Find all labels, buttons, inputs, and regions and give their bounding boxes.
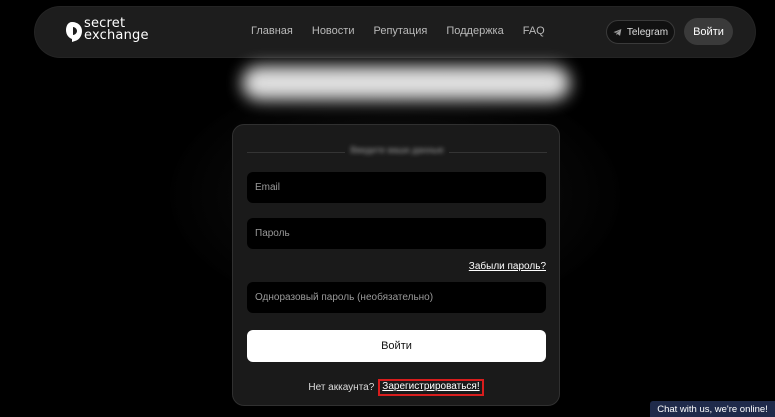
- telegram-button[interactable]: Telegram: [606, 20, 675, 44]
- chat-widget[interactable]: Chat with us, we're online!: [650, 401, 775, 417]
- nav-login-button[interactable]: Войти: [684, 18, 733, 45]
- email-input[interactable]: [247, 172, 546, 203]
- login-card: Введите ваши данные Забыли пароль? Войти…: [232, 124, 560, 406]
- logo-text: secret exchange: [84, 17, 149, 43]
- otp-input[interactable]: [247, 282, 546, 313]
- heading-divider-left: [247, 152, 345, 153]
- login-submit-button[interactable]: Войти: [247, 330, 546, 362]
- heading-divider-right: [449, 152, 547, 153]
- nav-item-reputation[interactable]: Репутация: [373, 25, 427, 37]
- login-heading: Введите ваши данные: [350, 145, 444, 155]
- telegram-icon: [613, 28, 622, 36]
- register-row: Нет аккаунта? Зарегистрироваться!: [233, 375, 559, 399]
- password-input[interactable]: [247, 218, 546, 249]
- logo-line-2: exchange: [84, 28, 149, 43]
- nav-item-faq[interactable]: FAQ: [523, 25, 545, 37]
- blurred-page-heading: [242, 66, 570, 100]
- no-account-text: Нет аккаунта?: [308, 381, 375, 393]
- telegram-label: Telegram: [626, 26, 669, 38]
- login-heading-row: Введите ваши данные: [247, 143, 547, 161]
- top-navbar: secret exchange Главная Новости Репутаци…: [34, 6, 756, 58]
- nav-item-home[interactable]: Главная: [251, 25, 293, 37]
- site-logo[interactable]: secret exchange: [64, 17, 174, 46]
- main-navigation: Главная Новости Репутация Поддержка FAQ: [251, 25, 545, 37]
- nav-item-support[interactable]: Поддержка: [446, 25, 503, 37]
- forgot-password-link[interactable]: Забыли пароль?: [469, 261, 546, 272]
- nav-item-news[interactable]: Новости: [312, 25, 355, 37]
- logo-mark-icon: [66, 22, 82, 42]
- register-link[interactable]: Зарегистрироваться!: [378, 378, 484, 396]
